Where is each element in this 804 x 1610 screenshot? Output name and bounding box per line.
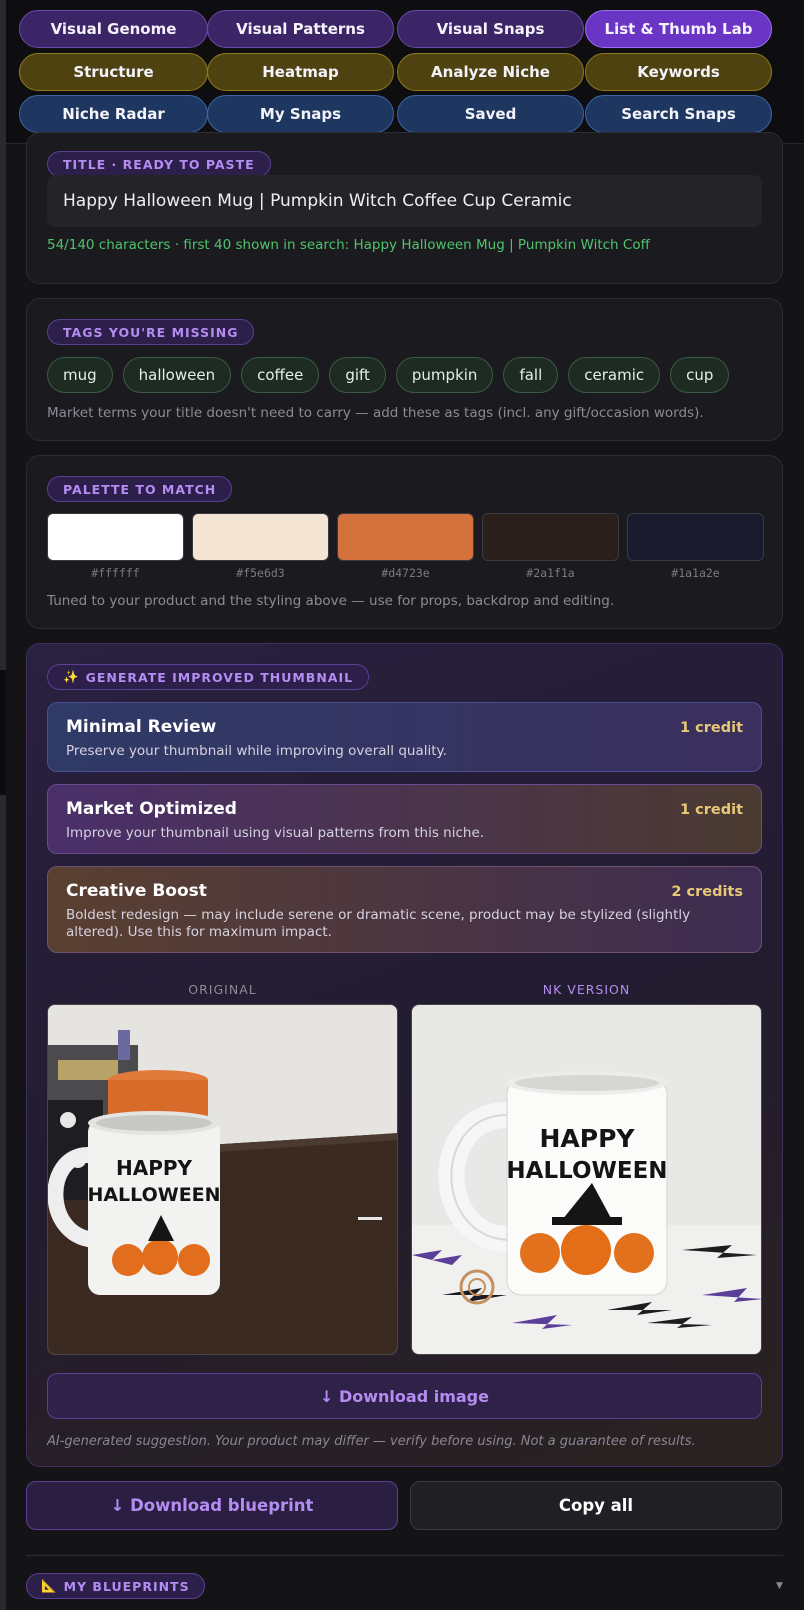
option-desc: Boldest redesign — may include serene or…	[66, 907, 691, 940]
nk-version-label: NK VERSION	[542, 982, 631, 997]
nav-heatmap[interactable]: Heatmap	[207, 53, 394, 91]
tag-chip[interactable]: halloween	[122, 357, 232, 393]
section-divider	[26, 1555, 783, 1556]
tag-chip[interactable]: ceramic	[568, 357, 661, 393]
tags-hint: Market terms your title doesn't need to …	[47, 405, 704, 421]
nav-structure[interactable]: Structure	[19, 53, 208, 91]
title-field[interactable]: Happy Halloween Mug | Pumpkin Witch Coff…	[47, 175, 762, 227]
left-edge-strip	[0, 0, 6, 1610]
nav-visual-patterns[interactable]: Visual Patterns	[207, 10, 394, 48]
palette-hint: Tuned to your product and the styling ab…	[47, 593, 615, 609]
original-mug-photo: HAPPY HALLOWEEN	[48, 1005, 397, 1354]
nav-saved[interactable]: Saved	[397, 95, 584, 133]
download-blueprint-button[interactable]: ↓ Download blueprint	[26, 1481, 398, 1530]
swatch-item: #d4723e	[337, 513, 474, 580]
mug-print-halloween: HALLOWEEN	[506, 1158, 667, 1184]
option-desc: Improve your thumbnail using visual patt…	[66, 825, 485, 841]
color-swatch[interactable]	[627, 513, 764, 561]
nav-visual-snaps[interactable]: Visual Snaps	[397, 10, 584, 48]
swatch-item: #2a1f1a	[482, 513, 619, 580]
nav-keywords[interactable]: Keywords	[585, 53, 772, 91]
option-credit: 2 credits	[671, 884, 743, 900]
option-title: Market Optimized	[66, 799, 237, 819]
swatch-item: #1a1a2e	[627, 513, 764, 580]
option-credit: 1 credit	[680, 802, 743, 818]
mug-print-happy: HAPPY	[539, 1124, 635, 1153]
swatch-item: #ffffff	[47, 513, 184, 580]
top-nav: Visual Genome Visual Patterns Visual Sna…	[6, 0, 804, 144]
chevron-down-icon[interactable]: ▼	[776, 1581, 783, 1591]
option-creative-boost[interactable]: Creative Boost 2 credits Boldest redesig…	[47, 866, 762, 953]
tag-chip[interactable]: cup	[670, 357, 730, 393]
color-swatch[interactable]	[192, 513, 329, 561]
nk-mug-photo: HAPPY HALLOWEEN	[412, 1005, 761, 1354]
option-title: Minimal Review	[66, 717, 217, 737]
my-blueprints-toggle[interactable]: 📐 MY BLUEPRINTS	[26, 1573, 205, 1599]
tag-chip[interactable]: gift	[329, 357, 386, 393]
tags-card: TAGS YOU'RE MISSING mug halloween coffee…	[26, 298, 783, 441]
mug-print-halloween: HALLOWEEN	[87, 1184, 220, 1206]
generate-thumbnail-panel: ✨ GENERATE IMPROVED THUMBNAIL Minimal Re…	[26, 643, 783, 1467]
palette-swatches: #ffffff #f5e6d3 #d4723e #2a1f1a #1a1a2e	[47, 513, 764, 580]
swatch-item: #f5e6d3	[192, 513, 329, 580]
color-swatch[interactable]	[482, 513, 619, 561]
nav-my-snaps[interactable]: My Snaps	[207, 95, 394, 133]
palette-card: PALETTE TO MATCH #ffffff #f5e6d3 #d4723e…	[26, 455, 783, 629]
option-market-optimized[interactable]: Market Optimized 1 credit Improve your t…	[47, 784, 762, 854]
original-label: ORIGINAL	[188, 982, 257, 997]
nk-version-thumbnail[interactable]: HAPPY HALLOWEEN	[411, 1004, 762, 1355]
nav-visual-genome[interactable]: Visual Genome	[19, 10, 208, 48]
original-thumbnail[interactable]: HAPPY HALLOWEEN	[47, 1004, 398, 1355]
nav-niche-radar[interactable]: Niche Radar	[19, 95, 208, 133]
title-card: TITLE · READY TO PASTE Happy Halloween M…	[26, 132, 783, 284]
swatch-hex: #2a1f1a	[526, 566, 575, 580]
tags-card-label: TAGS YOU'RE MISSING	[47, 319, 255, 345]
left-edge-shadow	[0, 670, 6, 795]
tag-chip[interactable]: mug	[47, 357, 113, 393]
swatch-hex: #1a1a2e	[671, 566, 720, 580]
copy-all-button[interactable]: Copy all	[410, 1481, 782, 1530]
triangle-ruler-icon: 📐	[41, 1578, 58, 1593]
swatch-hex: #d4723e	[381, 566, 430, 580]
option-minimal-review[interactable]: Minimal Review 1 credit Preserve your th…	[47, 702, 762, 772]
color-swatch[interactable]	[337, 513, 474, 561]
tag-chip[interactable]: pumpkin	[395, 357, 494, 393]
swatch-hex: #ffffff	[91, 566, 140, 580]
title-card-label: TITLE · READY TO PASTE	[47, 151, 271, 177]
tag-list: mug halloween coffee gift pumpkin fall c…	[47, 357, 730, 393]
nav-list-thumb-lab[interactable]: List & Thumb Lab	[585, 10, 772, 48]
sparkles-icon: ✨	[63, 669, 80, 684]
ai-disclaimer: AI-generated suggestion. Your product ma…	[47, 1434, 696, 1449]
option-credit: 1 credit	[680, 720, 743, 736]
my-blueprints-label: MY BLUEPRINTS	[63, 1578, 190, 1594]
download-image-button[interactable]: ↓ Download image	[47, 1373, 762, 1419]
color-swatch[interactable]	[47, 513, 184, 561]
tag-chip[interactable]: coffee	[241, 357, 320, 393]
option-title: Creative Boost	[66, 881, 207, 901]
palette-card-label: PALETTE TO MATCH	[47, 476, 233, 502]
swatch-hex: #f5e6d3	[236, 566, 285, 580]
generate-label: ✨ GENERATE IMPROVED THUMBNAIL	[47, 664, 370, 690]
title-character-count: 54/140 characters · first 40 shown in se…	[47, 237, 650, 253]
mug-print-happy: HAPPY	[116, 1156, 193, 1180]
nav-analyze-niche[interactable]: Analyze Niche	[397, 53, 584, 91]
option-desc: Preserve your thumbnail while improving …	[66, 743, 447, 759]
tag-chip[interactable]: fall	[503, 357, 559, 393]
nav-search-snaps[interactable]: Search Snaps	[585, 95, 772, 133]
generate-label-text: GENERATE IMPROVED THUMBNAIL	[85, 669, 354, 685]
